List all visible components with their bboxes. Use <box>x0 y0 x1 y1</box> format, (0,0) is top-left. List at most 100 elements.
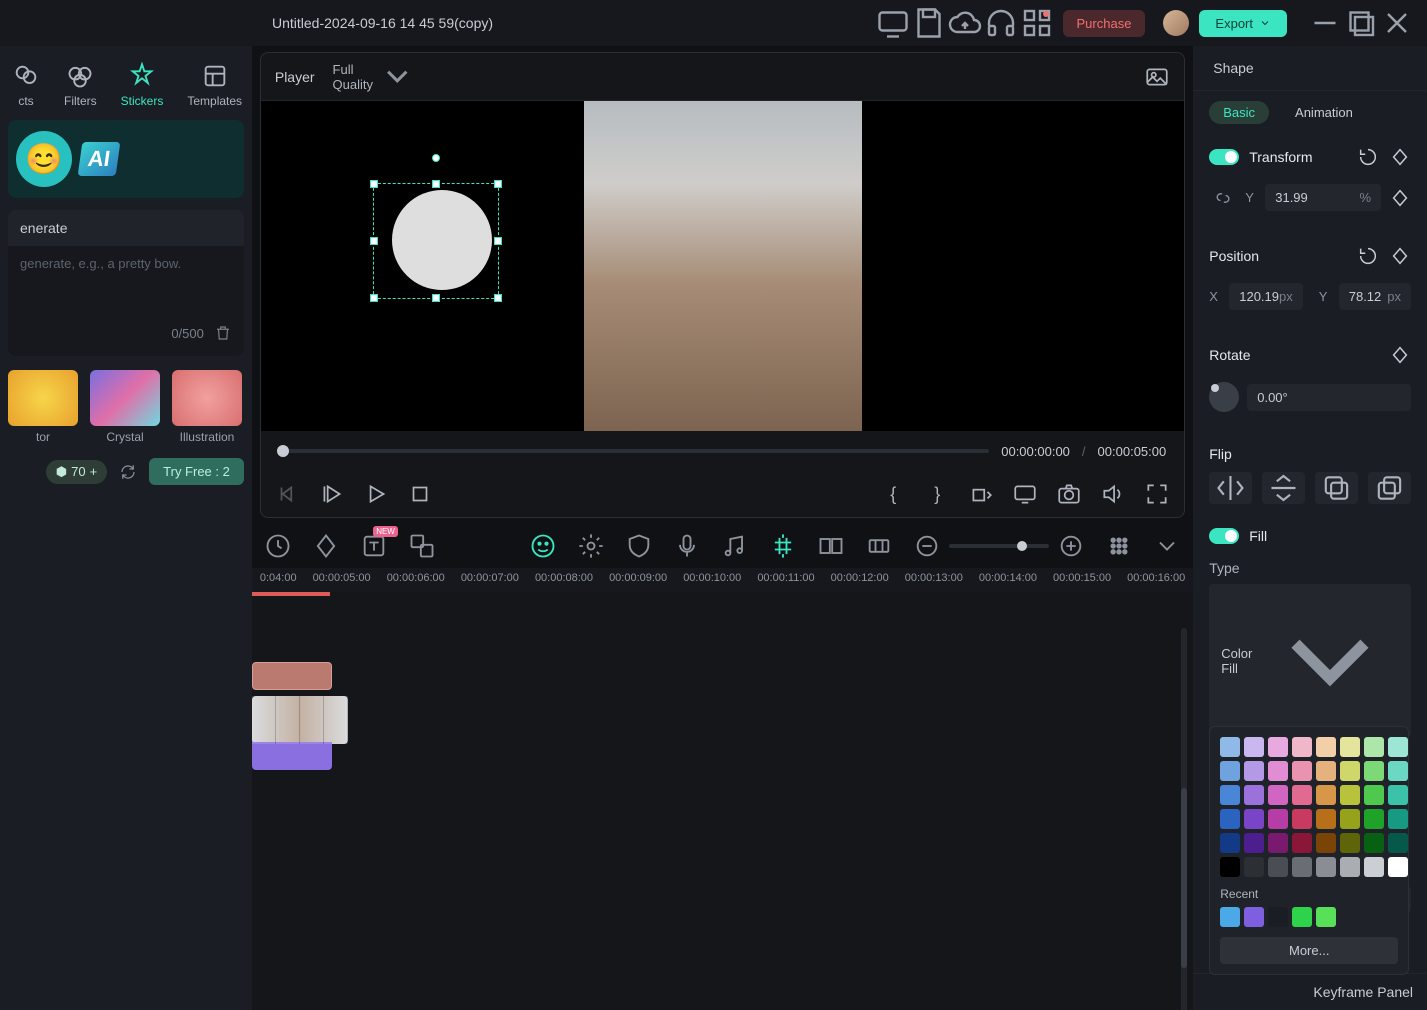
shield-icon[interactable] <box>625 532 653 560</box>
timeline-scrollbar[interactable] <box>1181 628 1187 1010</box>
palette-swatch[interactable] <box>1364 857 1384 877</box>
handle-s[interactable] <box>432 294 440 302</box>
stop-icon[interactable] <box>407 481 433 507</box>
save-icon[interactable] <box>911 5 947 41</box>
ai-cut-icon[interactable] <box>769 532 797 560</box>
close-icon[interactable] <box>1379 5 1415 41</box>
palette-swatch[interactable] <box>1292 809 1312 829</box>
keyframe-diamond-icon[interactable] <box>1389 146 1411 168</box>
monitor-icon[interactable] <box>875 5 911 41</box>
fill-toggle[interactable] <box>1209 528 1239 544</box>
clock-icon[interactable] <box>264 532 292 560</box>
palette-swatch[interactable] <box>1220 857 1240 877</box>
palette-swatch[interactable] <box>1388 737 1408 757</box>
image-icon[interactable] <box>1144 64 1170 90</box>
timeline-ruler[interactable]: 0:04:0000:00:05:0000:00:06:0000:00:07:00… <box>252 568 1193 592</box>
tab-effects[interactable]: cts <box>12 62 40 108</box>
copy-button[interactable] <box>1315 472 1358 504</box>
palette-swatch[interactable] <box>1268 761 1288 781</box>
crop-dropdown-icon[interactable] <box>968 481 994 507</box>
rotate-wheel[interactable] <box>1209 382 1239 412</box>
palette-swatch[interactable] <box>1220 737 1240 757</box>
zoom-track[interactable] <box>949 544 1049 548</box>
rotate-input[interactable]: 0.00° <box>1247 384 1411 411</box>
generate-prompt-input[interactable]: generate, e.g., a pretty bow. <box>20 256 232 316</box>
display-icon[interactable] <box>1012 481 1038 507</box>
chip-tor[interactable]: tor <box>8 370 78 444</box>
snapshot-icon[interactable] <box>1056 481 1082 507</box>
recent-swatch[interactable] <box>1292 907 1312 927</box>
zoom-out-icon[interactable] <box>913 532 941 560</box>
tab-templates[interactable]: Templates <box>187 62 242 108</box>
transform-toggle[interactable] <box>1209 149 1239 165</box>
minimize-icon[interactable] <box>1307 5 1343 41</box>
palette-swatch[interactable] <box>1220 833 1240 853</box>
palette-swatch[interactable] <box>1316 737 1336 757</box>
clip-shape[interactable] <box>252 662 332 690</box>
mark-out-icon[interactable]: } <box>924 481 950 507</box>
palette-swatch[interactable] <box>1268 833 1288 853</box>
preview-canvas[interactable] <box>261 101 1184 431</box>
keyframe-icon[interactable] <box>312 532 340 560</box>
volume-icon[interactable] <box>1100 481 1126 507</box>
zoom-in-icon[interactable] <box>1057 532 1085 560</box>
palette-swatch[interactable] <box>1268 857 1288 877</box>
handle-se[interactable] <box>494 294 502 302</box>
clip-audio[interactable] <box>252 742 332 770</box>
handle-ne[interactable] <box>494 180 502 188</box>
maximize-icon[interactable] <box>1343 5 1379 41</box>
palette-swatch[interactable] <box>1388 833 1408 853</box>
seek-head[interactable] <box>277 445 289 457</box>
palette-swatch[interactable] <box>1268 809 1288 829</box>
keyframe-position-icon[interactable] <box>1389 245 1411 267</box>
palette-swatch[interactable] <box>1244 785 1264 805</box>
paste-button[interactable] <box>1368 472 1411 504</box>
palette-swatch[interactable] <box>1316 833 1336 853</box>
palette-swatch[interactable] <box>1316 857 1336 877</box>
scrollbar-thumb[interactable] <box>1181 788 1187 968</box>
palette-swatch[interactable] <box>1292 737 1312 757</box>
palette-swatch[interactable] <box>1388 809 1408 829</box>
keyframe-panel-label[interactable]: Keyframe Panel <box>1193 973 1427 1010</box>
play-icon[interactable] <box>363 481 389 507</box>
palette-swatch[interactable] <box>1316 809 1336 829</box>
palette-swatch[interactable] <box>1388 785 1408 805</box>
palette-swatch[interactable] <box>1316 761 1336 781</box>
trash-icon[interactable] <box>214 324 232 342</box>
palette-swatch[interactable] <box>1244 857 1264 877</box>
split-icon[interactable] <box>817 532 845 560</box>
play-pause-icon[interactable] <box>319 481 345 507</box>
selection-box[interactable] <box>373 183 499 299</box>
credits-badge[interactable]: ⬢ 70 + <box>46 460 107 484</box>
y2-input[interactable]: 78.12px <box>1339 283 1411 310</box>
purchase-button[interactable]: Purchase <box>1063 10 1146 37</box>
more-colors-button[interactable]: More... <box>1220 937 1398 964</box>
ai-face-icon[interactable] <box>529 532 557 560</box>
subtab-animation[interactable]: Animation <box>1287 101 1361 124</box>
palette-swatch[interactable] <box>1364 785 1384 805</box>
keyframe-y-icon[interactable] <box>1389 187 1411 209</box>
headphones-icon[interactable] <box>983 5 1019 41</box>
handle-nw[interactable] <box>370 180 378 188</box>
palette-swatch[interactable] <box>1220 761 1240 781</box>
palette-swatch[interactable] <box>1244 809 1264 829</box>
tab-stickers[interactable]: Stickers <box>121 62 164 108</box>
rotate-handle[interactable] <box>432 154 440 162</box>
palette-swatch[interactable] <box>1340 857 1360 877</box>
palette-swatch[interactable] <box>1340 785 1360 805</box>
palette-swatch[interactable] <box>1244 737 1264 757</box>
grid-icon[interactable] <box>1105 532 1133 560</box>
palette-swatch[interactable] <box>1340 737 1360 757</box>
palette-swatch[interactable] <box>1340 761 1360 781</box>
mic-icon[interactable] <box>673 532 701 560</box>
palette-swatch[interactable] <box>1220 809 1240 829</box>
link-icon[interactable] <box>1209 188 1237 208</box>
palette-swatch[interactable] <box>1268 785 1288 805</box>
zoom-thumb[interactable] <box>1017 541 1027 551</box>
fullscreen-icon[interactable] <box>1144 481 1170 507</box>
user-avatar[interactable] <box>1163 10 1189 36</box>
recent-swatch[interactable] <box>1244 907 1264 927</box>
panel-tab-shape[interactable]: Shape <box>1193 46 1427 91</box>
handle-e[interactable] <box>494 237 502 245</box>
palette-swatch[interactable] <box>1292 761 1312 781</box>
